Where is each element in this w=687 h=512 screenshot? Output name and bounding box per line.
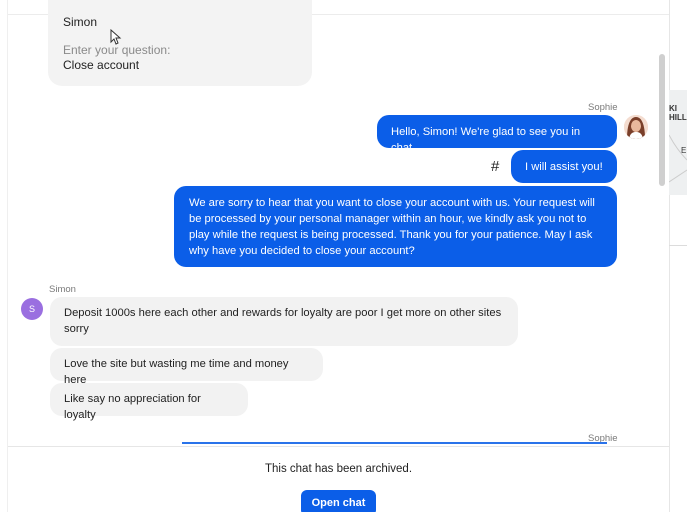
agent-avatar: [624, 115, 648, 139]
map-roads-icon: [669, 134, 687, 183]
footer-divider: [8, 446, 669, 447]
question-label: Enter your question:: [63, 43, 171, 57]
customer-message: Like say no appreciation for loyalty: [50, 383, 248, 421]
agent-avatar-image: [624, 115, 648, 139]
chat-panel: Simon Enter your question: Close account…: [7, 0, 670, 512]
message-divider: [182, 442, 607, 444]
map-thumbnail[interactable]: KI HILL E: [669, 90, 687, 195]
archived-notice: This chat has been archived.: [264, 463, 413, 475]
scrollbar-thumb[interactable]: [659, 54, 665, 186]
customer-message: Love the site but wasting me time and mo…: [50, 348, 323, 386]
agent-message: Hello, Simon! We're glad to see you in c…: [377, 115, 617, 154]
hash-icon[interactable]: #: [491, 158, 499, 175]
agent-message: We are sorry to hear that you want to cl…: [174, 186, 617, 267]
form-user-name: Simon: [63, 15, 98, 29]
question-form-card: Simon Enter your question: Close account: [48, 0, 312, 86]
question-value: Close account: [63, 58, 140, 72]
open-chat-button[interactable]: Open chat: [301, 490, 376, 512]
agent-message: I will assist you!: [511, 150, 617, 183]
customer-avatar: S: [21, 298, 43, 320]
agent-sender-name: Sophie: [588, 102, 618, 113]
mouse-cursor-icon: [110, 29, 122, 45]
side-divider: [669, 245, 687, 246]
customer-sender-name: Simon: [49, 284, 76, 295]
customer-message: Deposit 1000s here each other and reward…: [50, 297, 518, 346]
